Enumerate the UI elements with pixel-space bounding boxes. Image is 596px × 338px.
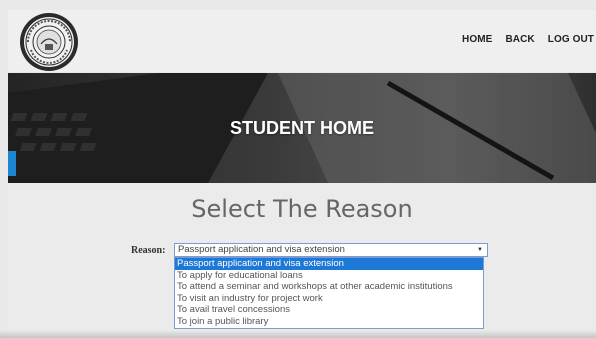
option-educational-loans[interactable]: To apply for educational loans (175, 270, 483, 282)
main-content: Select The Reason Reason: Passport appli… (8, 183, 596, 338)
option-travel-concessions[interactable]: To avail travel concessions (175, 304, 483, 316)
bottom-shadow (0, 330, 596, 338)
nav-home-link[interactable]: HOME (462, 34, 492, 45)
option-industry-visit[interactable]: To visit an industry for project work (175, 293, 483, 305)
dropdown-arrow-icon[interactable]: ▼ (477, 244, 483, 256)
top-nav: HOME BACK LOG OUT (462, 34, 594, 45)
option-public-library[interactable]: To join a public library (175, 316, 483, 328)
option-passport[interactable]: Passport application and visa extension (175, 258, 483, 270)
college-seal-logo[interactable] (19, 12, 79, 72)
option-seminar-workshops[interactable]: To attend a seminar and workshops at oth… (175, 281, 483, 293)
reason-select-value: Passport application and visa extension (178, 244, 345, 255)
side-tab[interactable] (8, 151, 16, 176)
reason-label: Reason: (131, 245, 166, 256)
header: HOME BACK LOG OUT (8, 10, 596, 72)
hero-title: STUDENT HOME (230, 118, 374, 138)
page: HOME BACK LOG OUT STUDENT HOME Select Th… (0, 0, 596, 338)
hero-banner: STUDENT HOME (8, 73, 596, 183)
nav-back-link[interactable]: BACK (505, 34, 534, 45)
reason-select[interactable]: Passport application and visa extension … (174, 243, 488, 257)
nav-logout-link[interactable]: LOG OUT (548, 34, 594, 45)
reason-dropdown-list: Passport application and visa extension … (174, 257, 484, 329)
page-title: Select The Reason (191, 195, 413, 223)
